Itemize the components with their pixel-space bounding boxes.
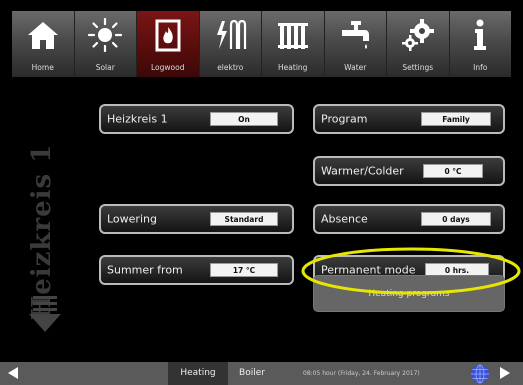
sun-icon: [75, 16, 137, 54]
nav-solar-label: Solar: [95, 63, 115, 72]
screen-frame: Home Solar Logwood elektro Heating Water…: [0, 0, 523, 385]
nav-settings[interactable]: Settings: [387, 11, 450, 77]
nav-home-label: Home: [31, 63, 54, 72]
house-icon: [12, 16, 74, 54]
lowering-value: Standard: [210, 212, 278, 226]
arrow-right-icon[interactable]: [498, 366, 512, 380]
nav-settings-label: Settings: [402, 63, 434, 72]
absence-button[interactable]: Absence 0 days: [313, 204, 505, 234]
program-label: Program: [321, 112, 368, 126]
warmer-colder-value: 0 °C: [423, 164, 483, 178]
warmer-colder-label: Warmer/Colder: [321, 164, 404, 178]
nav-info-label: Info: [473, 63, 488, 72]
nav-heating-label: Heating: [278, 63, 308, 72]
stove-flame-icon: [137, 16, 199, 54]
nav-info[interactable]: Info: [449, 11, 512, 77]
nav-home[interactable]: Home: [12, 11, 75, 77]
heating-programs-button[interactable]: Heating programs: [313, 275, 505, 312]
nav-logwood-label: Logwood: [151, 63, 185, 72]
nav-elektro-label: elektro: [217, 63, 244, 72]
arrow-left-icon[interactable]: [6, 366, 20, 380]
summer-from-button[interactable]: Summer from 17 °C: [99, 255, 294, 285]
tab-boiler[interactable]: Boiler: [230, 362, 274, 385]
nav-water[interactable]: Water: [324, 11, 387, 77]
heizkreis-value: On: [210, 112, 278, 126]
program-value: Family: [421, 112, 491, 126]
info-icon: [450, 16, 512, 54]
gears-icon: [387, 16, 449, 54]
nav-logwood[interactable]: Logwood: [137, 11, 200, 77]
lowering-label: Lowering: [107, 212, 157, 226]
nav-water-label: Water: [344, 63, 367, 72]
top-navigation: Home Solar Logwood elektro Heating Water…: [12, 11, 511, 77]
summer-from-value: 17 °C: [210, 263, 278, 277]
faucet-icon: [325, 16, 387, 54]
nav-solar[interactable]: Solar: [74, 11, 137, 77]
absence-label: Absence: [321, 212, 368, 226]
nav-heating[interactable]: Heating: [262, 11, 325, 77]
globe-icon[interactable]: [470, 364, 490, 384]
lowering-button[interactable]: Lowering Standard: [99, 204, 294, 234]
summer-from-label: Summer from: [107, 263, 183, 277]
warmer-colder-button[interactable]: Warmer/Colder 0 °C: [313, 156, 505, 186]
radiator-icon: [262, 16, 324, 54]
program-button[interactable]: Program Family: [313, 104, 505, 134]
heizkreis-label: Heizkreis 1: [107, 112, 168, 126]
bottom-bar: Heating Boiler 08:05 hour (Friday, 24. F…: [0, 362, 523, 385]
heizkreis-button[interactable]: Heizkreis 1 On: [99, 104, 294, 134]
nav-elektro[interactable]: elektro: [199, 11, 262, 77]
absence-value: 0 days: [421, 212, 491, 226]
heating-element-icon: [200, 16, 262, 54]
scroll-down-icon[interactable]: [27, 294, 63, 334]
tab-heating[interactable]: Heating: [168, 362, 228, 385]
status-datetime: 08:05 hour (Friday, 24. February 2017): [303, 370, 420, 377]
